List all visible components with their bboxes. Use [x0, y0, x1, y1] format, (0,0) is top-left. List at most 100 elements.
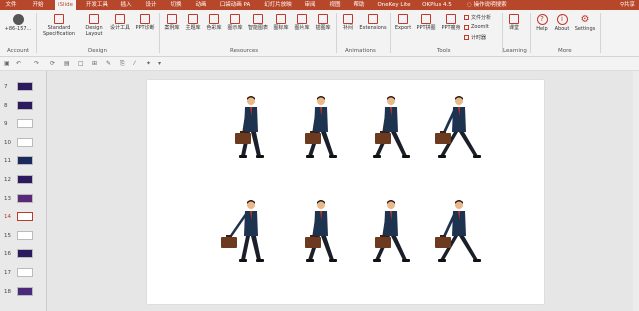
paste-icon[interactable]: ⎘	[120, 57, 125, 71]
slide-thumbnail[interactable]: 13	[0, 193, 47, 206]
tab-insert[interactable]: 插入	[118, 0, 134, 10]
picture-library-icon	[297, 14, 307, 24]
slide-thumbnail[interactable]: 11	[0, 155, 47, 168]
export-button[interactable]: Export	[393, 14, 413, 32]
briefcase	[305, 133, 321, 144]
resource-icon-button[interactable]: 图标库	[271, 14, 291, 32]
dropdown-icon[interactable]: ▾	[158, 57, 161, 71]
slide-thumbnail[interactable]: 14	[0, 211, 47, 224]
settings-button[interactable]: ⚙ Settings	[573, 14, 597, 33]
resource-smart-chart-button[interactable]: 智能图表	[246, 14, 270, 32]
extensions-button[interactable]: Extensions	[358, 14, 388, 32]
ppt-diagnosis-button[interactable]: PPT诊断	[133, 14, 157, 32]
wand-icon[interactable]: ⁄	[134, 57, 135, 71]
tell-me-search[interactable]: ◌ 操作说明搜索	[467, 0, 515, 10]
figure-shoe	[329, 155, 337, 158]
slide-thumbnail[interactable]: 17	[0, 267, 47, 280]
resource-picture-button[interactable]: 图片库	[292, 14, 312, 32]
group-divider	[530, 13, 531, 53]
tab-home[interactable]: 开始	[30, 0, 46, 10]
resource-color-button[interactable]: 色彩库	[204, 14, 224, 32]
resource-illustration-button[interactable]: 插图库	[313, 14, 333, 32]
group-label-resources: Resources	[230, 48, 259, 54]
figure-shoe	[373, 155, 381, 158]
tab-help[interactable]: 帮助	[351, 0, 367, 10]
resource-label: 色彩库	[206, 25, 222, 31]
tab-okplus[interactable]: OKPlus 4.5	[420, 0, 454, 10]
slide-thumbnail[interactable]: 15	[0, 230, 47, 243]
standard-specification-button[interactable]: Standard Specification	[40, 14, 78, 37]
brush-icon[interactable]: ✦	[146, 57, 151, 71]
help-button[interactable]: ? Help	[533, 14, 551, 33]
figure-shoe	[438, 155, 446, 158]
grid-icon[interactable]: ⊞	[92, 57, 97, 71]
ppt-slim-button[interactable]: PPT瘦身	[439, 14, 463, 32]
save-icon[interactable]: ▣	[4, 57, 10, 71]
case-library-icon	[167, 14, 177, 24]
slide-number: 15	[4, 232, 11, 239]
slide-thumbnail[interactable]: 12	[0, 174, 47, 187]
zoomit-button[interactable]: ZoomIt	[464, 24, 489, 30]
settings-label: Settings	[574, 26, 596, 32]
undo-icon[interactable]: ↶	[16, 57, 21, 71]
figure-shoe	[306, 259, 314, 262]
slide-preview	[17, 100, 33, 110]
slide-thumbnail[interactable]: 16	[0, 248, 47, 261]
tab-transitions[interactable]: 切换	[168, 0, 184, 10]
account-button[interactable]: +86-157...	[3, 14, 33, 33]
slide-number: 7	[4, 84, 8, 90]
resource-case-button[interactable]: 案例库	[162, 14, 182, 32]
question-icon: ?	[536, 14, 548, 25]
slim-icon	[446, 14, 456, 24]
tab-slideshow[interactable]: 幻灯片放映	[262, 0, 294, 10]
figure-shoe	[239, 259, 247, 262]
tween-button[interactable]: 补间	[340, 14, 356, 32]
tab-view[interactable]: 视图	[327, 0, 343, 10]
ribbon-tab-bar: 文件 开始 iSlide 开发工具 插入 设计 切换 动画 口袋动画 PA 幻灯…	[0, 0, 639, 10]
businessman-figure	[305, 200, 337, 262]
briefcase-handle	[310, 131, 316, 133]
align-icon[interactable]: ▤	[64, 57, 70, 71]
file-analysis-label: 文件分析	[471, 15, 492, 21]
timer-button[interactable]: 计时器	[464, 34, 486, 41]
design-tool-button[interactable]: 设计工具	[108, 14, 132, 32]
tab-design[interactable]: 设计	[143, 0, 159, 10]
illustration-library-icon	[318, 14, 328, 24]
group-label-tools: Tools	[437, 48, 451, 54]
tab-file[interactable]: 文件	[3, 0, 19, 10]
slide-canvas	[47, 71, 639, 311]
about-button[interactable]: i About	[552, 14, 572, 33]
slide-thumbnail[interactable]: 10	[0, 137, 47, 150]
tab-pocket-animation[interactable]: 口袋动画 PA	[217, 0, 253, 10]
slide-thumbnail[interactable]: 18	[0, 286, 47, 299]
tab-islide[interactable]: iSlide	[55, 0, 76, 10]
refresh-icon[interactable]: ⟳	[50, 57, 55, 71]
resource-theme-button[interactable]: 主题库	[183, 14, 203, 32]
ppt-puzzle-button[interactable]: PPT拼图	[414, 14, 438, 32]
share-button[interactable]: ⚲共享	[620, 0, 635, 10]
tab-review[interactable]: 审阅	[302, 0, 318, 10]
slide-thumbnail[interactable]: 7	[0, 81, 47, 94]
resource-diagram-button[interactable]: 图示库	[225, 14, 245, 32]
design-layout-button[interactable]: Design Layout	[82, 14, 106, 37]
redo-icon[interactable]: ↷	[34, 57, 39, 71]
tab-developer[interactable]: 开发工具	[84, 0, 110, 10]
file-analysis-button[interactable]: 文件分析	[464, 14, 491, 21]
slide-preview	[17, 268, 33, 277]
slide-thumbnail[interactable]: 9	[0, 118, 47, 131]
slide-thumbnail[interactable]: 8	[0, 100, 47, 113]
color-library-icon	[209, 14, 219, 24]
tab-onekey-lite[interactable]: OneKey Lite	[376, 0, 412, 10]
course-button[interactable]: 课堂	[506, 14, 522, 32]
resource-label: 智能图表	[247, 25, 268, 31]
figure-shoe	[402, 155, 410, 158]
slide-preview	[17, 230, 33, 240]
pen-icon[interactable]: ✎	[106, 57, 111, 71]
tab-animations[interactable]: 动画	[193, 0, 209, 10]
businessman-figure	[435, 200, 481, 262]
shape-icon[interactable]: □	[78, 57, 84, 71]
vertical-scrollbar[interactable]	[633, 71, 639, 311]
ppt-diagnosis-label: PPT诊断	[135, 25, 155, 31]
briefcase	[375, 237, 391, 248]
slide-number: 9	[4, 121, 8, 128]
